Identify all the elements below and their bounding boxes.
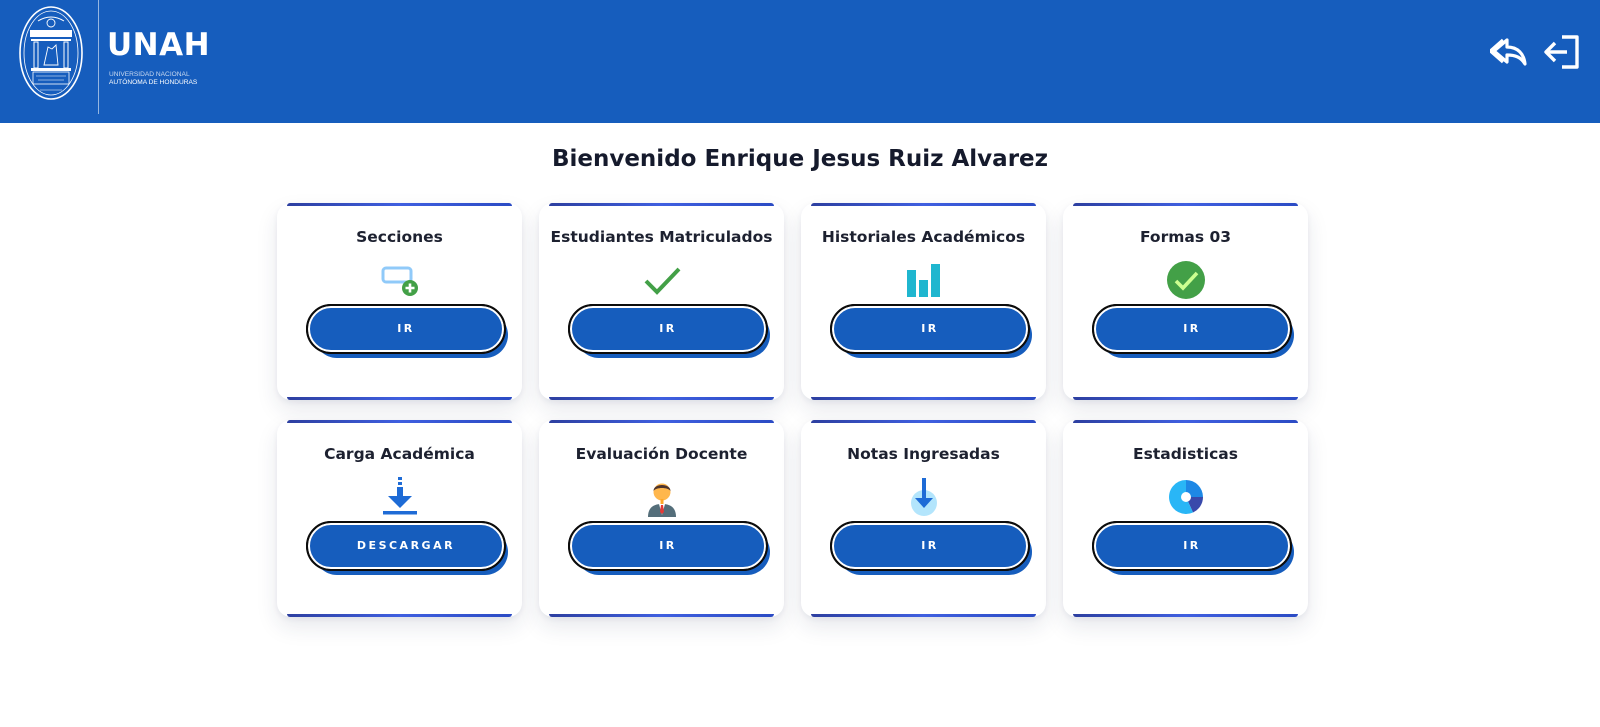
download-button[interactable]: DESCARGAR (306, 521, 506, 571)
pie-chart-icon (1166, 477, 1206, 517)
teacher-icon (642, 477, 682, 517)
brand-name: UNAH (107, 27, 211, 63)
card-estadisticas: Estadisticas IR (1063, 420, 1308, 617)
check-circle-icon (1166, 260, 1206, 300)
card-estudiantes-matriculados: Estudiantes Matriculados IR (539, 203, 784, 400)
download-circle-icon (904, 477, 944, 517)
card-historiales-academicos: Historiales Académicos IR (801, 203, 1046, 400)
logo-divider (98, 0, 99, 114)
card-go-button[interactable]: IR (1092, 521, 1292, 571)
card-go-button[interactable]: IR (306, 304, 506, 354)
card-evaluacion-docente: Evaluación Docente IR (539, 420, 784, 617)
card-notas-ingresadas: Notas Ingresadas IR (801, 420, 1046, 617)
card-title: Secciones (356, 228, 443, 246)
brand-subtitle: UNIVERSIDAD NACIONAL AUTÓNOMA DE HONDURA… (109, 71, 197, 87)
card-go-button[interactable]: IR (568, 521, 768, 571)
card-title: Historiales Académicos (821, 228, 1026, 246)
brand-subtitle-line2: AUTÓNOMA DE HONDURAS (109, 79, 198, 86)
welcome-heading: Bienvenido Enrique Jesus Ruiz Alvarez (551, 146, 1049, 172)
card-go-button[interactable]: IR (830, 304, 1030, 354)
bar-chart-icon (904, 260, 944, 300)
module-grid: Secciones IR Estudiantes Matriculados IR… (277, 203, 1322, 617)
card-title: Formas 03 (1139, 228, 1232, 246)
card-title: Estadisticas (1133, 445, 1238, 463)
checkmark-icon (642, 260, 682, 300)
card-go-button[interactable]: IR (830, 521, 1030, 571)
brand-subtitle-line1: UNIVERSIDAD NACIONAL (109, 71, 190, 78)
card-title: Evaluación Docente (575, 445, 748, 463)
card-formas-03: Formas 03 IR (1063, 203, 1308, 400)
unah-seal-logo (19, 6, 83, 100)
card-secciones: Secciones IR (277, 203, 522, 400)
card-title: Carga Académica (324, 445, 475, 463)
logout-button[interactable] (1544, 32, 1584, 72)
card-title: Estudiantes Matriculados (550, 228, 773, 246)
card-go-button[interactable]: IR (568, 304, 768, 354)
download-icon (380, 477, 420, 517)
logout-icon (1544, 35, 1579, 69)
top-navbar: UNAH UNIVERSIDAD NACIONAL AUTÓNOMA DE HO… (0, 0, 1600, 123)
add-section-icon (380, 260, 420, 300)
card-go-button[interactable]: IR (1092, 304, 1292, 354)
back-button[interactable] (1488, 32, 1530, 72)
card-carga-academica: Carga Académica DESCARGAR (277, 420, 522, 617)
reply-arrow-icon (1488, 38, 1527, 66)
card-title: Notas Ingresadas (847, 445, 1000, 463)
